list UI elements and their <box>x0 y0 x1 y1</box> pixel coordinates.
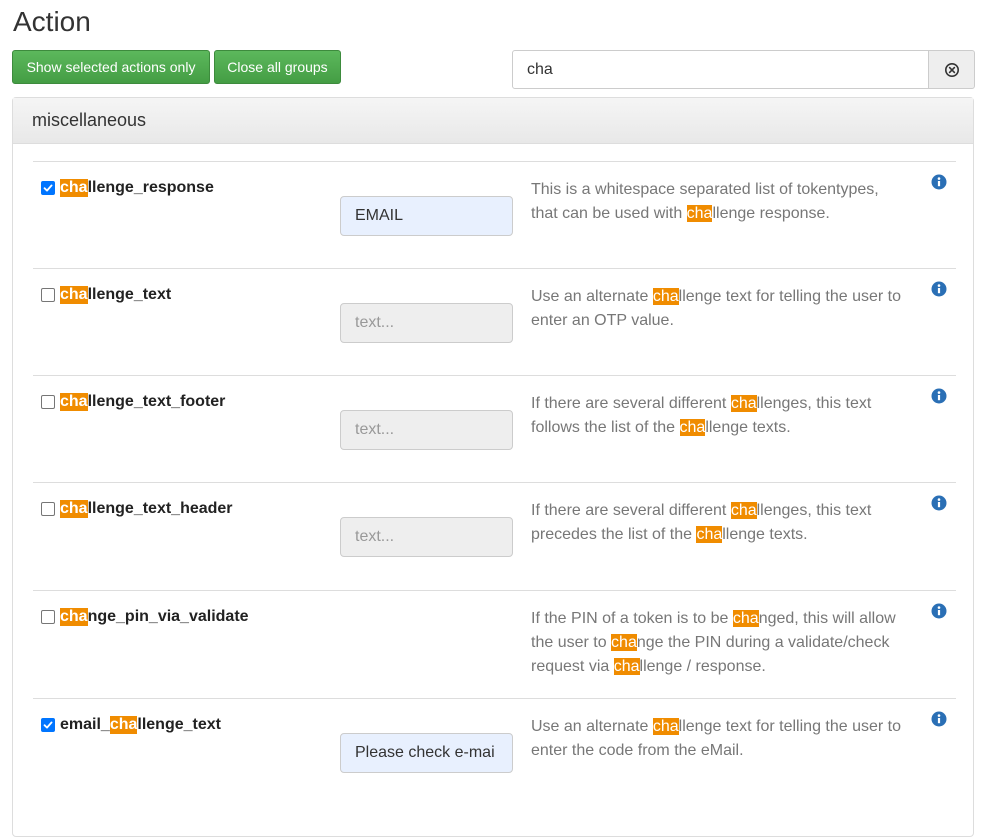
description-text: llenge texts. <box>722 526 808 543</box>
action-value-input[interactable] <box>340 410 513 450</box>
search-match-highlight: cha <box>60 500 88 518</box>
info-icon[interactable] <box>931 603 947 619</box>
action-name-text: llenge_text <box>87 286 172 303</box>
search-match-highlight: cha <box>679 419 706 436</box>
action-checkbox[interactable] <box>41 288 55 302</box>
action-row: challenge_text_headerIf there are severa… <box>33 482 956 590</box>
action-description: If there are several different challenge… <box>531 499 906 547</box>
action-row: challenge_text_footerIf there are severa… <box>33 375 956 483</box>
close-all-groups-button[interactable]: Close all groups <box>214 50 341 84</box>
search-match-highlight: cha <box>696 526 723 543</box>
action-label[interactable]: email_ cha llenge_text <box>41 716 221 734</box>
description-text: Use an alternate <box>531 718 653 735</box>
search-match-highlight: cha <box>60 393 88 411</box>
info-icon[interactable] <box>931 281 947 297</box>
search-match-highlight: cha <box>109 716 138 734</box>
action-value-input[interactable] <box>340 303 513 343</box>
action-row: challenge_responseThis is a whitespace s… <box>33 161 956 269</box>
clear-search-button[interactable] <box>928 50 975 89</box>
action-label[interactable]: cha llenge_text <box>41 286 171 304</box>
search-match-highlight: cha <box>60 608 88 626</box>
action-label[interactable]: cha nge_pin_via_validate <box>41 608 249 626</box>
description-text: If there are several different <box>531 395 731 412</box>
action-name-text: nge_pin_via_validate <box>87 608 249 625</box>
action-name-text: llenge_text <box>137 716 221 733</box>
group-panel: miscellaneous challenge_responseThis is … <box>12 97 974 837</box>
action-row: cha nge_pin_via_validate If the PIN of a t… <box>33 590 956 698</box>
description-text: llenge / response. <box>639 658 766 675</box>
action-label[interactable]: cha llenge_text_header <box>41 500 233 518</box>
search-match-highlight: cha <box>652 288 679 305</box>
description-text: Use an alternate <box>531 288 653 305</box>
search-match-highlight: cha <box>730 502 757 519</box>
action-checkbox[interactable] <box>41 502 55 516</box>
info-icon[interactable] <box>931 495 947 511</box>
action-checkbox[interactable] <box>41 610 55 624</box>
action-description: If the PIN of a token is to be changed, … <box>531 607 906 679</box>
action-checkbox[interactable] <box>41 395 55 409</box>
search-match-highlight: cha <box>60 286 88 304</box>
search-input[interactable] <box>512 50 929 89</box>
action-name-text: llenge_text_header <box>87 500 233 517</box>
search-match-highlight: cha <box>730 395 757 412</box>
action-checkbox[interactable] <box>41 718 55 732</box>
page-title: Action <box>13 6 91 37</box>
description-text: If the PIN of a token is to be <box>531 610 733 627</box>
check-icon <box>43 184 53 192</box>
info-icon[interactable] <box>931 388 947 404</box>
action-description: Use an alternate challenge text for tell… <box>531 285 906 333</box>
action-description: Use an alternate challenge text for tell… <box>531 715 906 763</box>
search-match-highlight: cha <box>686 205 713 222</box>
clear-circle-icon <box>944 62 959 77</box>
action-label[interactable]: cha llenge_text_footer <box>41 393 225 411</box>
description-text: llenge texts. <box>705 419 791 436</box>
check-icon <box>43 721 53 729</box>
action-name-text: email_ <box>60 716 110 733</box>
search-match-highlight: cha <box>611 634 637 651</box>
action-description: If there are several different challenge… <box>531 392 906 440</box>
info-icon[interactable] <box>931 174 947 190</box>
description-text: If there are several different <box>531 502 731 519</box>
group-heading[interactable]: miscellaneous <box>13 98 973 144</box>
search-match-highlight: cha <box>652 718 679 735</box>
show-selected-actions-button[interactable]: Show selected actions only <box>12 50 210 84</box>
search-match-highlight: cha <box>732 610 759 627</box>
action-row: challenge_textUse an alternate challenge… <box>33 268 956 376</box>
search-match-highlight: cha <box>60 179 88 197</box>
action-row: email_challenge_textUse an alternate cha… <box>33 698 956 806</box>
search-match-highlight: cha <box>613 658 640 675</box>
action-label[interactable]: cha llenge_response <box>41 179 214 197</box>
action-value-input[interactable] <box>340 196 513 236</box>
action-description: This is a whitespace separated list of t… <box>531 178 906 226</box>
description-text: llenge response. <box>712 205 830 222</box>
action-value-input[interactable] <box>340 517 513 557</box>
action-checkbox[interactable] <box>41 181 55 195</box>
action-value-input[interactable] <box>340 733 513 773</box>
action-name-text: llenge_text_footer <box>87 393 226 410</box>
info-icon[interactable] <box>931 711 947 727</box>
search-group <box>512 50 975 89</box>
action-name-text: llenge_response <box>87 179 214 196</box>
